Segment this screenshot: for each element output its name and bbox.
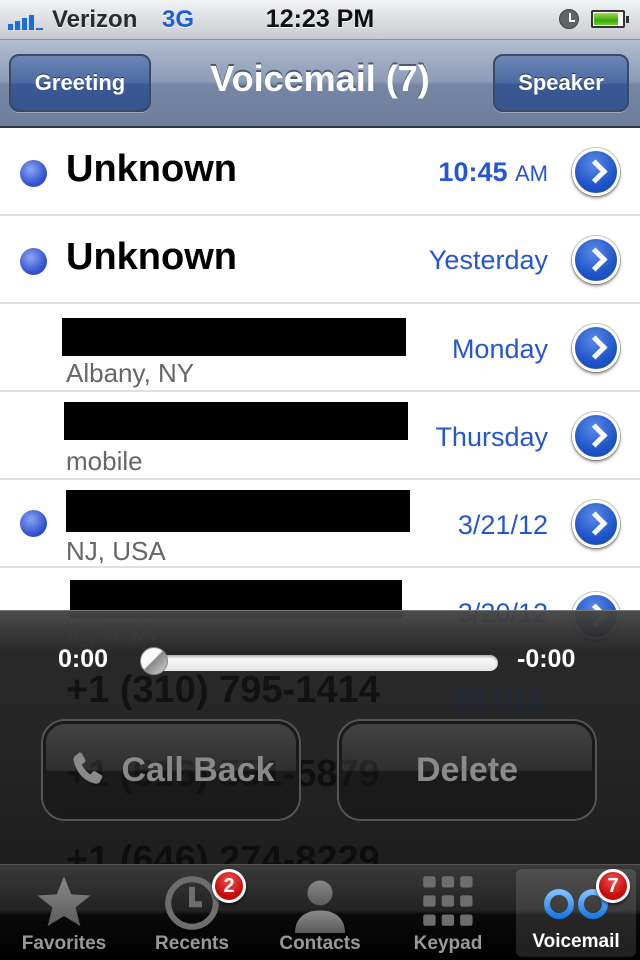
voicemail-date: Monday (451, 334, 548, 364)
unheard-indicator-icon (20, 510, 47, 537)
voicemail-date: Yesterday (428, 245, 548, 275)
redacted-caller (66, 490, 410, 532)
alarm-clock-icon (559, 9, 579, 29)
call-back-label: Call Back (121, 750, 275, 789)
recents-badge: 2 (212, 869, 246, 903)
voicemail-list: Unknown 10:45 AM Unknown Yesterday Alban… (0, 128, 640, 656)
voicemail-row[interactable]: NJ, USA 3/21/12 (0, 480, 640, 568)
voicemail-row[interactable]: Unknown 10:45 AM (0, 128, 640, 216)
voicemail-row[interactable]: Unknown Yesterday (0, 216, 640, 304)
star-icon (37, 876, 91, 927)
battery-icon (591, 10, 629, 28)
voicemail-date: 10:45 AM (438, 157, 548, 187)
playback-scrubber-track[interactable] (146, 655, 498, 671)
obscured-caller: +1 (646) 274-8229 (66, 839, 380, 865)
status-time: 12:23 PM (265, 5, 375, 33)
tab-label: Contacts (279, 933, 361, 954)
greeting-button[interactable]: Greeting (9, 54, 151, 112)
caller-name: Unknown (66, 148, 237, 190)
obscured-date: 3/17/12 (452, 685, 543, 715)
person-icon (295, 880, 345, 933)
detail-disclosure-button[interactable] (572, 412, 620, 460)
tab-label: Keypad (413, 933, 483, 954)
detail-disclosure-button[interactable] (572, 236, 620, 284)
keypad-icon (423, 876, 473, 926)
voicemail-date: Thursday (435, 422, 548, 452)
tab-label: Voicemail (532, 931, 620, 952)
redacted-caller (62, 318, 406, 356)
caller-name: Unknown (66, 236, 237, 278)
obscured-caller: +1 (310) 795-1414 (66, 669, 380, 711)
voicemail-date: 3/21/12 (457, 510, 548, 540)
voicemail-row[interactable]: mobile Thursday (0, 392, 640, 480)
obscured-caller-location: IL, USA (66, 617, 156, 647)
tab-voicemail[interactable]: 7 Voicemail (516, 869, 636, 957)
delete-button[interactable]: Delete (339, 721, 595, 819)
phone-icon (73, 752, 103, 784)
tab-contacts[interactable]: Contacts (256, 865, 384, 960)
call-back-button[interactable]: Call Back (43, 721, 299, 819)
tab-keypad[interactable]: Keypad (384, 865, 512, 960)
navigation-bar: Greeting Voicemail (7) Speaker (0, 40, 640, 128)
voicemail-row[interactable]: Albany, NY Monday (0, 304, 640, 392)
page-title: Voicemail (7) (210, 58, 430, 99)
delete-label: Delete (415, 750, 519, 789)
voicemail-badge: 7 (596, 869, 630, 903)
tab-label: Recents (155, 933, 229, 954)
caller-label: mobile (66, 446, 143, 476)
redacted-caller (64, 402, 408, 440)
caller-location: NJ, USA (66, 536, 166, 566)
tab-favorites[interactable]: Favorites (0, 865, 128, 960)
detail-disclosure-button[interactable] (572, 324, 620, 372)
status-bar: Verizon 3G 12:23 PM (0, 0, 640, 40)
tab-recents[interactable]: 2 Recents (128, 865, 256, 960)
detail-disclosure-button[interactable] (572, 148, 620, 196)
voicemail-player-panel: IL, USA +1 (310) 795-1414 3/17/12 +1 (51… (0, 610, 640, 865)
caller-location: Albany, NY (66, 358, 195, 388)
unheard-indicator-icon (20, 160, 47, 187)
detail-disclosure-button[interactable] (572, 500, 620, 548)
unheard-indicator-icon (20, 248, 47, 275)
remaining-time: -0:00 (517, 645, 576, 673)
playback-scrubber-thumb[interactable] (140, 647, 168, 675)
elapsed-time: 0:00 (58, 645, 109, 673)
speaker-button[interactable]: Speaker (493, 54, 629, 112)
tab-label: Favorites (21, 933, 107, 954)
tab-bar: Favorites 2 Recents Contacts Keypad 7 Vo… (0, 864, 640, 960)
